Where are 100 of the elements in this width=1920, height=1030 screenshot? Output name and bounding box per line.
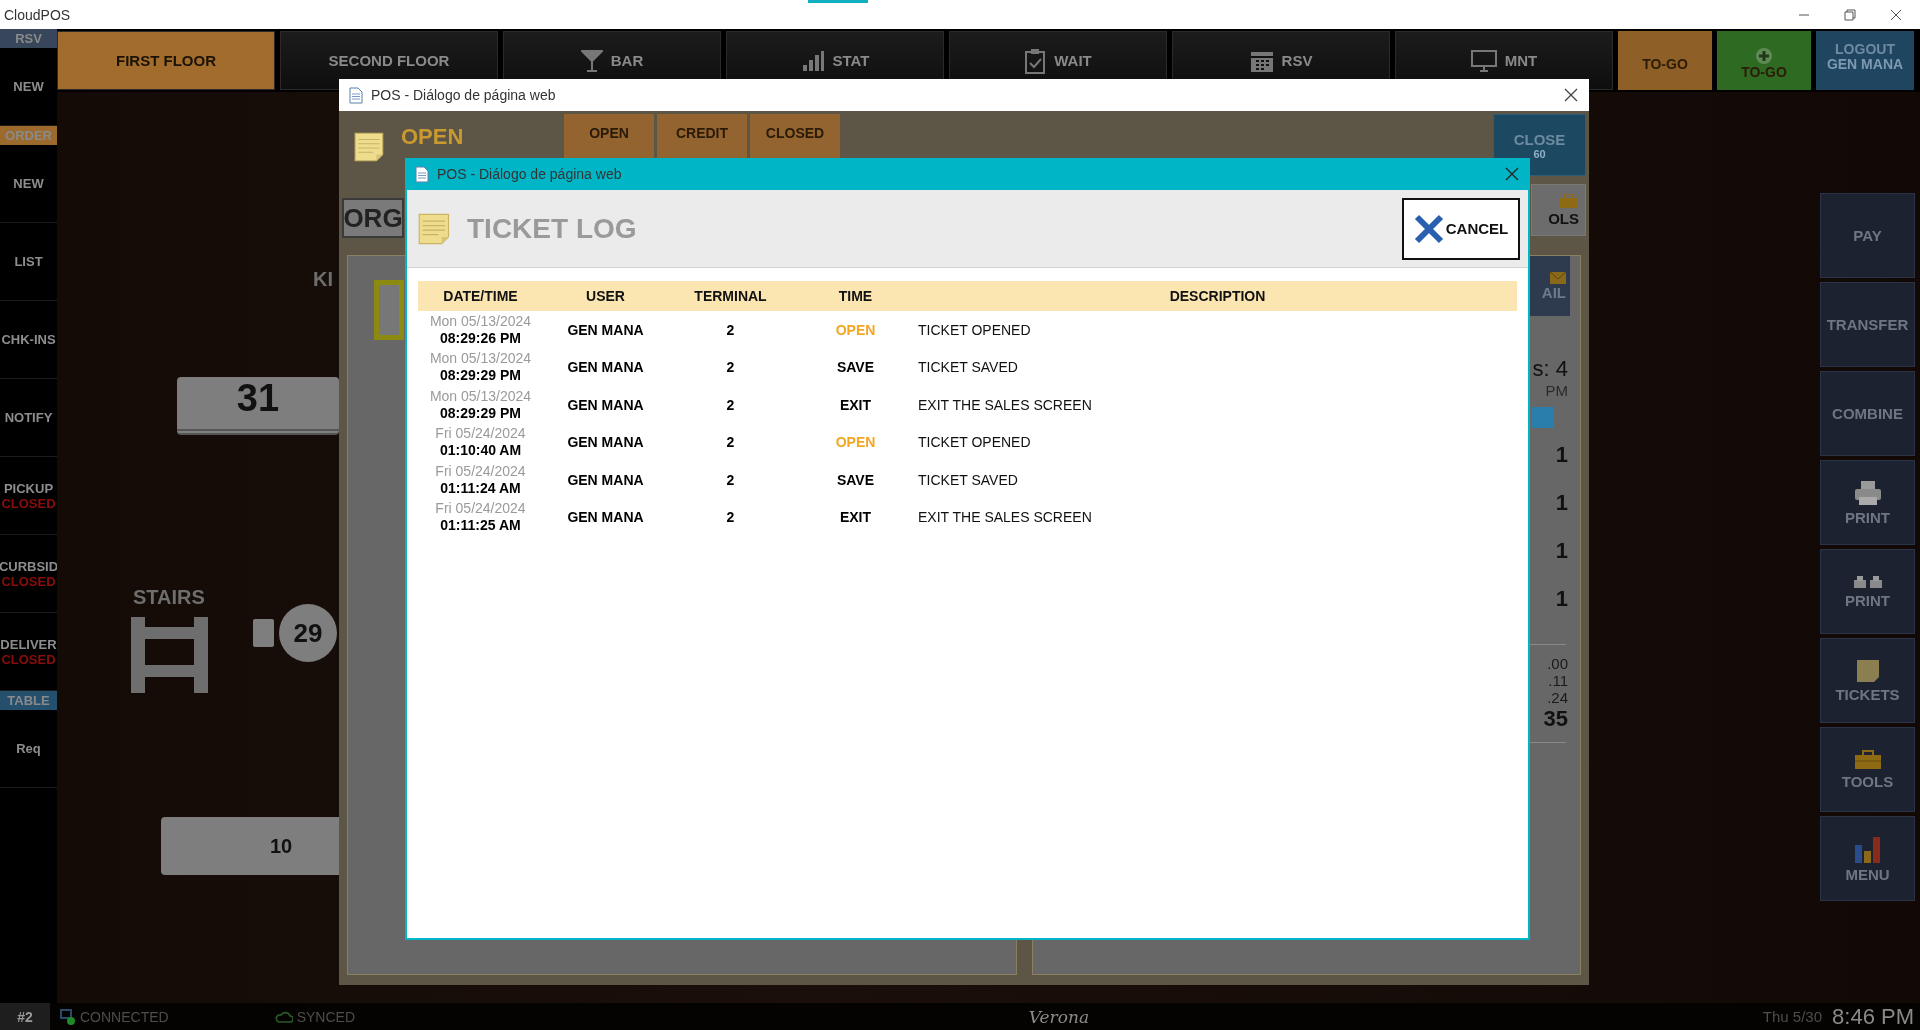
table-cell-text: Mon 05/13/2024 08:29:29 PM xyxy=(428,349,533,386)
sync-status: SYNCED xyxy=(296,1008,356,1025)
table-cell-text: GEN MANA xyxy=(566,470,645,490)
action-button[interactable]: MENU xyxy=(1820,816,1915,901)
table-cell-text: TICKET SAVED xyxy=(918,358,1019,378)
total-line: .11 xyxy=(1548,672,1568,689)
total-line: .24 xyxy=(1547,689,1568,706)
floor-tab[interactable]: FIRST FLOOR xyxy=(57,31,275,90)
sidebar-header: TABLE xyxy=(0,691,57,710)
ticket-time: PM xyxy=(1545,382,1568,399)
table-cell-text: EXIT xyxy=(838,395,873,415)
table-cell-text: EXIT THE SALES SCREEN xyxy=(918,395,1093,415)
table-cell-text: GEN MANA xyxy=(566,433,645,453)
toolbox-icon xyxy=(1853,749,1882,770)
action-button[interactable]: PRINT xyxy=(1820,549,1915,634)
table-cell-text: TICKET OPENED xyxy=(918,320,1032,340)
search-field[interactable]: ORG xyxy=(342,198,404,238)
table-cell-text: 2 xyxy=(725,470,736,490)
table-cell-text: 2 xyxy=(725,320,736,340)
table-cell-text: Fri 05/24/2024 01:11:24 AM xyxy=(434,461,527,498)
cancel-button[interactable]: CANCEL xyxy=(1402,197,1520,260)
selection-bar xyxy=(1531,407,1554,428)
table-cell-text: TICKET OPENED xyxy=(918,433,1032,453)
bar-chart-icon xyxy=(1853,834,1882,863)
column-header: TERMINAL xyxy=(668,281,793,311)
grand-total: 35 xyxy=(1543,706,1568,732)
app-title: CloudPOS xyxy=(4,6,71,23)
cloud-icon xyxy=(274,1010,293,1023)
clipboard-icon xyxy=(1024,47,1047,74)
table-cell-text: EXIT THE SALES SCREEN xyxy=(918,508,1093,528)
to-go-button[interactable]: TO-GO xyxy=(1717,31,1811,90)
seat-count: s: 4 xyxy=(1532,356,1568,382)
column-header: DATE/TIME xyxy=(418,281,543,311)
title-accent xyxy=(808,0,868,3)
sidebar-header: ORDER xyxy=(0,126,57,145)
action-button[interactable]: PAY xyxy=(1820,193,1915,278)
table-cell-text: SAVE xyxy=(835,358,876,378)
network-icon xyxy=(60,1008,76,1025)
table-cell-text: GEN MANA xyxy=(566,358,645,378)
column-header: USER xyxy=(543,281,668,311)
round-table[interactable]: 29 xyxy=(279,604,337,662)
terminal-tag: #2 xyxy=(0,1003,50,1030)
plus-icon xyxy=(1756,48,1772,64)
status-date: Thu 5/30 xyxy=(1762,1008,1823,1025)
table-cell-text: GEN MANA xyxy=(566,395,645,415)
close-icon[interactable] xyxy=(1563,87,1579,103)
document-icon xyxy=(415,165,429,183)
close-icon[interactable] xyxy=(1504,166,1520,182)
action-button[interactable]: TICKETS xyxy=(1820,638,1915,723)
table-cell-text: TICKET SAVED xyxy=(918,470,1019,490)
to-go-button[interactable]: TO-GO xyxy=(1618,31,1712,90)
action-button[interactable]: TOOLS xyxy=(1820,727,1915,812)
store-name: Verona xyxy=(1028,1006,1090,1027)
table-cell-text: Fri 05/24/2024 01:10:40 AM xyxy=(434,424,527,461)
table-cell-text: 2 xyxy=(725,358,736,378)
floor-table[interactable]: 31 xyxy=(177,377,339,435)
restore-icon[interactable] xyxy=(1844,8,1856,21)
column-header: TIME xyxy=(793,281,918,311)
action-button[interactable]: TRANSFER xyxy=(1820,282,1915,367)
logout-button[interactable]: LOGOUT GEN MANA xyxy=(1816,31,1914,90)
total-line: .00 xyxy=(1547,655,1568,672)
table-cell-text: 2 xyxy=(725,508,736,528)
close-icon xyxy=(1413,213,1444,244)
bar-chart-icon xyxy=(800,50,825,71)
action-button[interactable]: COMBINE xyxy=(1820,371,1915,456)
table-cell-text: 2 xyxy=(725,433,736,453)
dialog-heading: OPEN xyxy=(401,124,465,150)
action-button[interactable]: PRINT xyxy=(1820,460,1915,545)
sidebar-header: RSV xyxy=(0,29,57,48)
table-cell-text: GEN MANA xyxy=(566,320,645,340)
floor-label: KI xyxy=(313,268,333,291)
stairs-icon xyxy=(131,617,208,693)
toolbox-icon xyxy=(1559,193,1579,208)
item-price: 1 xyxy=(1555,586,1568,612)
floor-label: STAIRS xyxy=(133,586,205,609)
table-cell-text: GEN MANA xyxy=(566,508,645,528)
table-cell-text: OPEN xyxy=(834,433,877,453)
printer-icon xyxy=(1853,479,1882,506)
dialog-title: POS - Diálogo de página web xyxy=(371,87,556,103)
cocktail-glass-icon xyxy=(580,48,603,73)
document-icon xyxy=(349,86,363,104)
status-time: 8:46 PM xyxy=(1832,1003,1914,1030)
table-cell-text: OPEN xyxy=(834,320,877,340)
dialog-heading: TICKET LOG xyxy=(467,212,637,245)
table-cell-text: Mon 05/13/2024 08:29:26 PM xyxy=(428,311,533,348)
item-price: 1 xyxy=(1555,490,1568,516)
printers-icon xyxy=(1852,574,1883,589)
envelope-icon xyxy=(1550,271,1566,284)
connection-status: CONNECTED xyxy=(80,1008,169,1025)
close-icon[interactable] xyxy=(1890,8,1902,21)
column-header: DESCRIPTION xyxy=(918,281,1517,311)
table-cell-text: 2 xyxy=(725,395,736,415)
monitor-icon xyxy=(1470,49,1497,72)
table-cell-text: Mon 05/13/2024 08:29:29 PM xyxy=(428,386,533,423)
item-price: 1 xyxy=(1555,442,1568,468)
table-cell-text: SAVE xyxy=(835,470,876,490)
note-icon xyxy=(1855,658,1880,683)
table-marker xyxy=(374,280,404,340)
table-cell-text: Fri 05/24/2024 01:11:25 AM xyxy=(434,499,527,536)
toolbox-button[interactable]: OLS xyxy=(1531,184,1586,236)
